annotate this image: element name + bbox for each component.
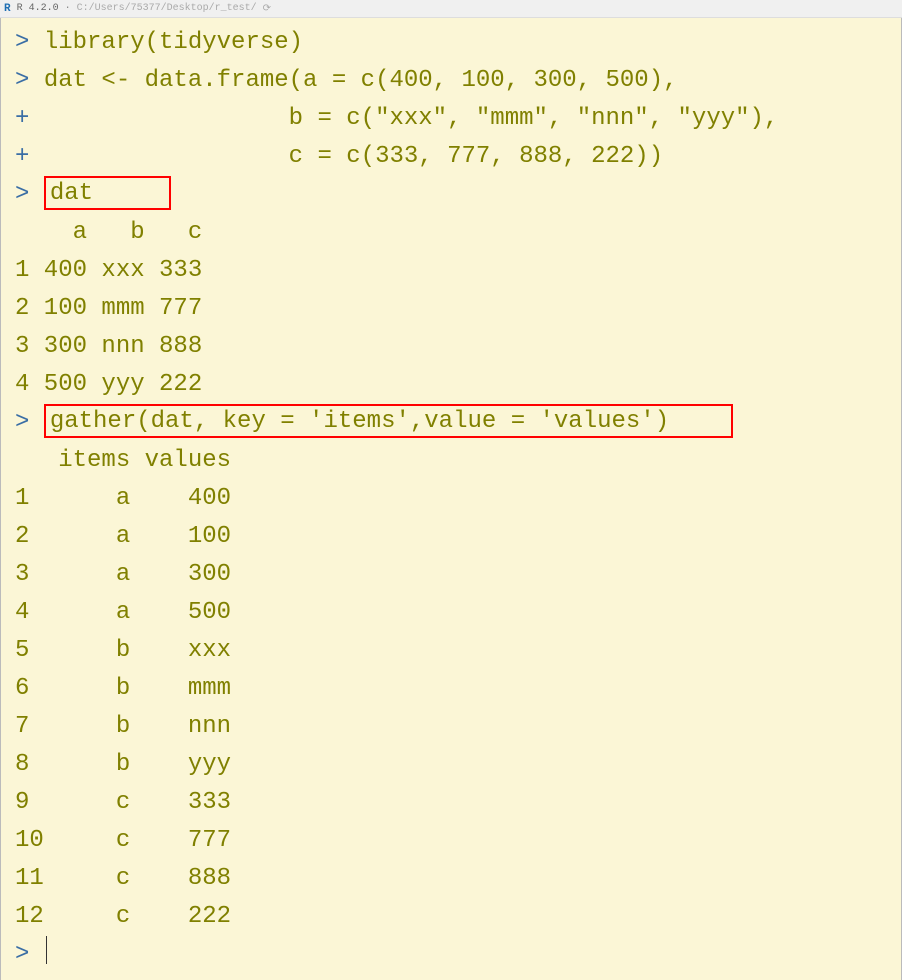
continuation-prompt: + xyxy=(15,138,44,176)
output-line: 6 b mmm xyxy=(15,670,901,708)
table-row: 3 a 300 xyxy=(15,556,231,594)
output-line: 3 a 300 xyxy=(15,556,901,594)
table-row: 4 a 500 xyxy=(15,594,231,632)
console-line: > dat xyxy=(15,176,901,214)
table-row: 4 500 yyy 222 xyxy=(15,366,202,404)
output-line: 12 c 222 xyxy=(15,898,901,936)
output-line: 10 c 777 xyxy=(15,822,901,860)
table-row: 9 c 333 xyxy=(15,784,231,822)
output-line: 7 b nnn xyxy=(15,708,901,746)
command-text: library(tidyverse) xyxy=(44,24,303,62)
console-line: > library(tidyverse) xyxy=(15,24,901,62)
table-row: 2 a 100 xyxy=(15,518,231,556)
output-line: 2 a 100 xyxy=(15,518,901,556)
table-header: a b c xyxy=(15,214,202,252)
command-text: b = c("xxx", "mmm", "nnn", "yyy"), xyxy=(44,100,779,138)
output-line: 8 b yyy xyxy=(15,746,901,784)
prompt: > xyxy=(15,404,44,442)
working-directory: C:/Users/75377/Desktop/r_test/ xyxy=(77,3,257,14)
output-line: 4 500 yyy 222 xyxy=(15,366,901,404)
table-row: 1 a 400 xyxy=(15,480,231,518)
command-text: c = c(333, 777, 888, 222)) xyxy=(44,138,663,176)
output-line: 1 a 400 xyxy=(15,480,901,518)
console-line: + b = c("xxx", "mmm", "nnn", "yyy"), xyxy=(15,100,901,138)
table-row: 1 400 xxx 333 xyxy=(15,252,202,290)
r-console[interactable]: > library(tidyverse) > dat <- data.frame… xyxy=(0,18,902,980)
table-row: 6 b mmm xyxy=(15,670,231,708)
highlighted-command-gather: gather(dat, key = 'items',value = 'value… xyxy=(44,404,733,438)
continuation-prompt: + xyxy=(15,100,44,138)
output-line: 2 100 mmm 777 xyxy=(15,290,901,328)
output-line: 3 300 nnn 888 xyxy=(15,328,901,366)
refresh-icon[interactable]: ⟳ xyxy=(263,3,271,15)
command-text: dat <- data.frame(a = c(400, 100, 300, 5… xyxy=(44,62,678,100)
console-line: > gather(dat, key = 'items',value = 'val… xyxy=(15,404,901,442)
output-line: 11 c 888 xyxy=(15,860,901,898)
highlighted-command-dat: dat xyxy=(44,176,171,210)
console-input-line[interactable]: > xyxy=(15,936,901,974)
r-logo-icon: R xyxy=(4,3,11,15)
table-row: 10 c 777 xyxy=(15,822,231,860)
table-row: 12 c 222 xyxy=(15,898,231,936)
text-cursor xyxy=(46,936,47,964)
prompt: > xyxy=(15,936,44,974)
table-row: 3 300 nnn 888 xyxy=(15,328,202,366)
prompt: > xyxy=(15,24,44,62)
output-line: a b c xyxy=(15,214,901,252)
table-header: items values xyxy=(15,442,231,480)
console-line: > dat <- data.frame(a = c(400, 100, 300,… xyxy=(15,62,901,100)
prompt: > xyxy=(15,176,44,214)
table-row: 5 b xxx xyxy=(15,632,231,670)
prompt: > xyxy=(15,62,44,100)
output-line: 5 b xxx xyxy=(15,632,901,670)
title-bar: R R 4.2.0 · C:/Users/75377/Desktop/r_tes… xyxy=(0,0,902,18)
table-row: 2 100 mmm 777 xyxy=(15,290,202,328)
output-line: 9 c 333 xyxy=(15,784,901,822)
table-row: 11 c 888 xyxy=(15,860,231,898)
output-line: items values xyxy=(15,442,901,480)
output-line: 1 400 xxx 333 xyxy=(15,252,901,290)
console-line: + c = c(333, 777, 888, 222)) xyxy=(15,138,901,176)
separator: · xyxy=(65,3,71,14)
table-row: 7 b nnn xyxy=(15,708,231,746)
r-version: R 4.2.0 xyxy=(17,3,59,14)
output-line: 4 a 500 xyxy=(15,594,901,632)
table-row: 8 b yyy xyxy=(15,746,231,784)
